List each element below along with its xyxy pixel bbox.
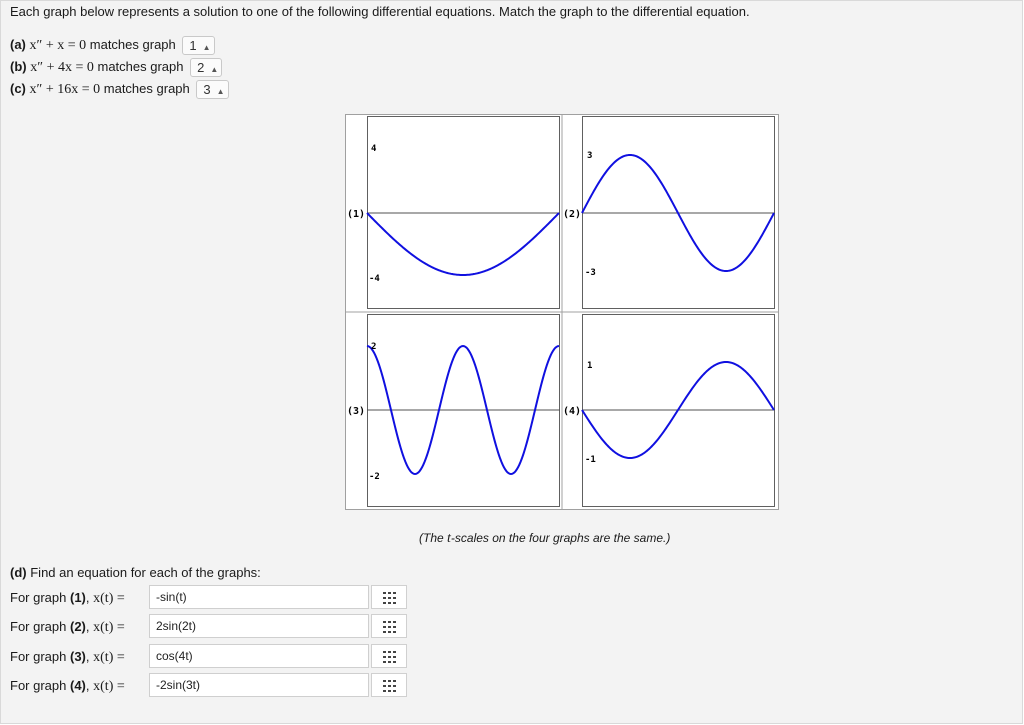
graph-label: (1) — [347, 209, 365, 220]
selected-value: 1 — [189, 38, 197, 54]
updown-arrows-icon: ▲ — [210, 65, 219, 75]
instructions-text: Each graph below represents a solution t… — [10, 4, 750, 19]
t-scale-caption: (The t-scales on the four graphs are the… — [419, 531, 670, 547]
function-label: x(t) = — [93, 620, 125, 635]
part-d-title: (d) Find an equation for each of the gra… — [10, 565, 261, 580]
palette-button-1[interactable] — [371, 585, 407, 609]
match-row-c: (c) x″ + 16x = 0 matches graph 3 ▲ — [10, 79, 229, 100]
row-prefix: For graph — [10, 649, 67, 664]
row-prefix: For graph — [10, 590, 67, 605]
ymin-label: -2 — [369, 472, 380, 482]
graph-select-a[interactable]: 1 ▲ — [182, 36, 215, 56]
ymax-label: 4 — [371, 144, 377, 154]
graph-1: 4 -4 (1) — [347, 116, 560, 309]
grid-icon — [383, 651, 396, 663]
row-prefix: For graph — [10, 678, 67, 693]
comma: , — [85, 590, 90, 605]
ymin-label: -3 — [585, 268, 596, 278]
graph-ref: (1) — [70, 590, 86, 605]
match-row-a: (a) x″ + x = 0 matches graph 1 ▲ — [10, 35, 215, 56]
equation: x″ + x = 0 — [29, 38, 87, 53]
answer-row-3: For graph (3), x(t) = — [10, 644, 125, 670]
grid-icon — [383, 592, 396, 604]
grid-icon — [383, 621, 396, 633]
answer-row-2: For graph (2), x(t) = — [10, 614, 125, 640]
palette-button-2[interactable] — [371, 614, 407, 638]
question-panel: Each graph below represents a solution t… — [0, 0, 1023, 724]
part-label: (c) — [10, 81, 26, 96]
graph-3: 2 -2 (3) — [347, 314, 560, 507]
graphs-figure: 4 -4 (1) 3 -3 (2) 2 -2 (3) 1 -1 (4) — [345, 114, 779, 510]
graph-ref: (3) — [70, 649, 86, 664]
graph-select-b[interactable]: 2 ▲ — [190, 58, 223, 78]
function-label: x(t) = — [93, 679, 125, 694]
caption-post: -scales on the four graphs are the same.… — [450, 531, 671, 545]
connector-text: matches graph — [103, 81, 190, 96]
match-row-b: (b) x″ + 4x = 0 matches graph 2 ▲ — [10, 57, 223, 78]
graph-select-c[interactable]: 3 ▲ — [196, 80, 229, 100]
ymin-label: -1 — [585, 455, 596, 465]
part-d-text: Find an equation for each of the graphs: — [30, 565, 261, 580]
graph-2: 3 -3 (2) — [563, 116, 775, 309]
answer-row-1: For graph (1), x(t) = — [10, 585, 125, 611]
equation: x″ + 4x = 0 — [30, 60, 94, 75]
palette-button-3[interactable] — [371, 644, 407, 668]
ymax-label: 3 — [587, 151, 592, 161]
graph-ref: (2) — [70, 619, 86, 634]
connector-text: matches graph — [97, 59, 184, 74]
graph-label: (4) — [563, 406, 581, 417]
ymin-label: -4 — [369, 274, 380, 284]
part-label: (d) — [10, 565, 27, 580]
graph-label: (3) — [347, 406, 365, 417]
graph-4: 1 -1 (4) — [563, 314, 775, 507]
graph-label: (2) — [563, 209, 581, 220]
answer-input-4[interactable] — [149, 673, 369, 697]
comma: , — [85, 678, 90, 693]
equation: x″ + 16x = 0 — [29, 82, 101, 97]
selected-value: 2 — [197, 60, 205, 76]
answer-input-1[interactable] — [149, 585, 369, 609]
ymax-label: 2 — [371, 342, 376, 352]
comma: , — [85, 619, 90, 634]
caption-pre: (The — [419, 531, 448, 545]
answer-input-3[interactable] — [149, 644, 369, 668]
connector-text: matches graph — [89, 37, 176, 52]
answer-row-4: For graph (4), x(t) = — [10, 673, 125, 699]
row-prefix: For graph — [10, 619, 67, 634]
selected-value: 3 — [203, 82, 211, 98]
grid-icon — [383, 680, 396, 692]
part-label: (a) — [10, 37, 26, 52]
comma: , — [85, 649, 90, 664]
updown-arrows-icon: ▲ — [202, 43, 211, 53]
function-label: x(t) = — [93, 591, 125, 606]
graph-ref: (4) — [70, 678, 86, 693]
function-label: x(t) = — [93, 650, 125, 665]
ymax-label: 1 — [587, 361, 592, 371]
updown-arrows-icon: ▲ — [216, 87, 225, 97]
answer-input-2[interactable] — [149, 614, 369, 638]
palette-button-4[interactable] — [371, 673, 407, 697]
part-label: (b) — [10, 59, 27, 74]
